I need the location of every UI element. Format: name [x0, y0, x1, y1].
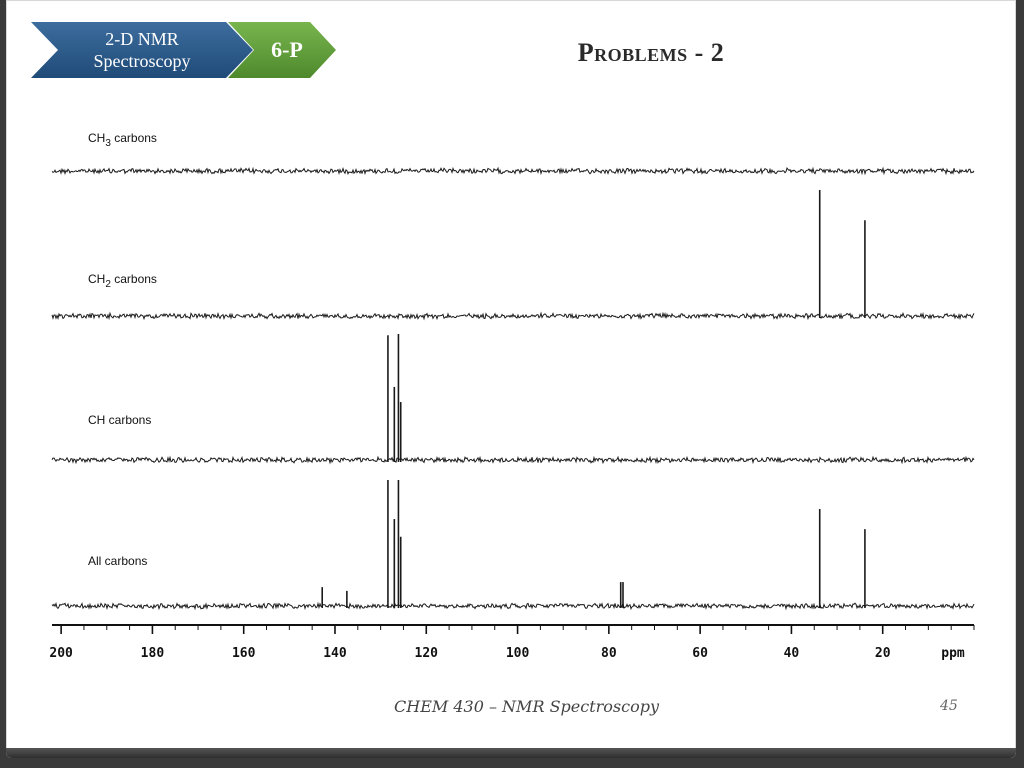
series-label-1: CH3 carbons: [88, 131, 157, 149]
x-tick-label: 140: [323, 646, 347, 661]
baseline-trace-4: [51, 601, 975, 611]
baseline-trace-3: [51, 455, 975, 465]
series-label-3: CH carbons: [88, 413, 151, 427]
x-tick-label: 180: [141, 646, 165, 661]
x-tick-label: 120: [415, 646, 439, 661]
x-tick-label: 100: [506, 646, 530, 661]
x-tick-label: 20: [875, 646, 891, 661]
series-label-4: All carbons: [88, 554, 147, 568]
x-tick-label: 200: [49, 646, 73, 661]
baseline-trace-1: [51, 166, 975, 176]
series-label-2: CH2 carbons: [88, 272, 157, 290]
x-tick-label: 60: [692, 646, 708, 661]
baseline-trace-2: [51, 311, 975, 321]
x-axis-label: ppm: [941, 646, 965, 661]
x-tick-label: 40: [784, 646, 800, 661]
nmr-spectrum-chart: CH3 carbons CH2 carbons CH carbons All carb…: [49, 131, 975, 661]
x-tick-label: 160: [232, 646, 256, 661]
x-tick-label: 80: [601, 646, 617, 661]
